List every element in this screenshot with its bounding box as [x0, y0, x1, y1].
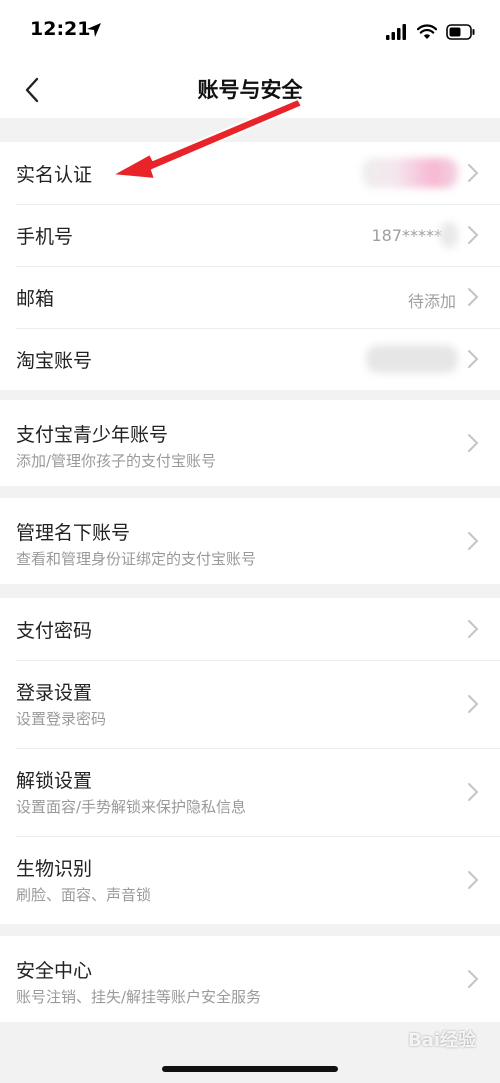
chevron-right-icon	[468, 620, 479, 638]
row-label: 实名认证	[16, 164, 93, 186]
watermark: Bai经验	[407, 1030, 476, 1051]
chevron-right-icon	[468, 164, 479, 182]
location-arrow-icon	[87, 23, 101, 37]
security-center-group: 安全中心 账号注销、挂失/解挂等账户安全服务	[0, 936, 500, 1022]
row-subtitle: 添加/管理你孩子的支付宝账号	[16, 452, 217, 470]
status-icons	[386, 20, 476, 44]
chevron-right-icon	[468, 434, 479, 452]
youth-account-row[interactable]: 支付宝青少年账号 添加/管理你孩子的支付宝账号	[0, 400, 500, 486]
blurred-name-value	[362, 158, 458, 188]
blurred-taobao-value	[366, 345, 458, 373]
row-label: 解锁设置	[16, 770, 93, 792]
row-label: 淘宝账号	[16, 350, 93, 372]
chevron-right-icon	[468, 288, 479, 306]
row-subtitle: 查看和管理身份证绑定的支付宝账号	[16, 550, 257, 568]
row-subtitle: 设置面容/手势解锁来保护隐私信息	[16, 798, 247, 816]
chevron-right-icon	[468, 532, 479, 550]
chevron-right-icon	[468, 871, 479, 889]
chevron-right-icon	[468, 783, 479, 801]
youth-account-group: 支付宝青少年账号 添加/管理你孩子的支付宝账号	[0, 400, 500, 486]
phone-number-value: 187*****	[371, 226, 442, 245]
row-label: 手机号	[16, 226, 74, 248]
unlock-settings-row[interactable]: 解锁设置 设置面容/手势解锁来保护隐私信息	[0, 748, 500, 836]
row-label: 邮箱	[16, 288, 55, 310]
email-row[interactable]: 邮箱 待添加	[0, 266, 500, 328]
security-center-row[interactable]: 安全中心 账号注销、挂失/解挂等账户安全服务	[0, 936, 500, 1022]
row-label: 管理名下账号	[16, 522, 131, 544]
chevron-right-icon	[468, 350, 479, 368]
manage-accounts-group: 管理名下账号 查看和管理身份证绑定的支付宝账号	[0, 498, 500, 584]
manage-accounts-row[interactable]: 管理名下账号 查看和管理身份证绑定的支付宝账号	[0, 498, 500, 584]
row-subtitle: 账号注销、挂失/解挂等账户安全服务	[16, 988, 262, 1006]
row-label: 支付宝青少年账号	[16, 424, 169, 446]
realname-verification-row[interactable]: 实名认证	[0, 142, 500, 204]
row-label: 生物识别	[16, 858, 93, 880]
chevron-right-icon	[468, 695, 479, 713]
row-subtitle: 设置登录密码	[16, 710, 107, 728]
status-bar: 12:21	[0, 0, 500, 62]
email-value: 待添加	[407, 292, 456, 311]
payment-password-row[interactable]: 支付密码	[0, 598, 500, 660]
chevron-right-icon	[468, 226, 479, 244]
row-subtitle: 刷脸、面容、声音锁	[16, 886, 152, 904]
chevron-right-icon	[468, 970, 479, 988]
navigation-bar: 账号与安全	[0, 62, 500, 118]
blurred-phone-suffix	[440, 222, 458, 248]
account-info-group: 实名认证 手机号 187***** 邮箱 待添加 淘宝账号	[0, 142, 500, 390]
wifi-icon	[417, 24, 437, 39]
taobao-account-row[interactable]: 淘宝账号	[0, 328, 500, 390]
biometric-row[interactable]: 生物识别 刷脸、面容、声音锁	[0, 836, 500, 924]
status-time: 12:21	[30, 18, 91, 40]
signal-icon	[386, 24, 406, 40]
row-label: 安全中心	[16, 960, 93, 982]
login-settings-row[interactable]: 登录设置 设置登录密码	[0, 660, 500, 748]
page-title: 账号与安全	[197, 78, 303, 102]
home-indicator[interactable]	[162, 1066, 338, 1072]
battery-icon	[446, 24, 475, 40]
row-label: 支付密码	[16, 620, 93, 642]
row-label: 登录设置	[16, 682, 93, 704]
phone-number-row[interactable]: 手机号 187*****	[0, 204, 500, 266]
security-settings-group: 支付密码 登录设置 设置登录密码 解锁设置 设置面容/手势解锁来保护隐私信息 生…	[0, 598, 500, 924]
